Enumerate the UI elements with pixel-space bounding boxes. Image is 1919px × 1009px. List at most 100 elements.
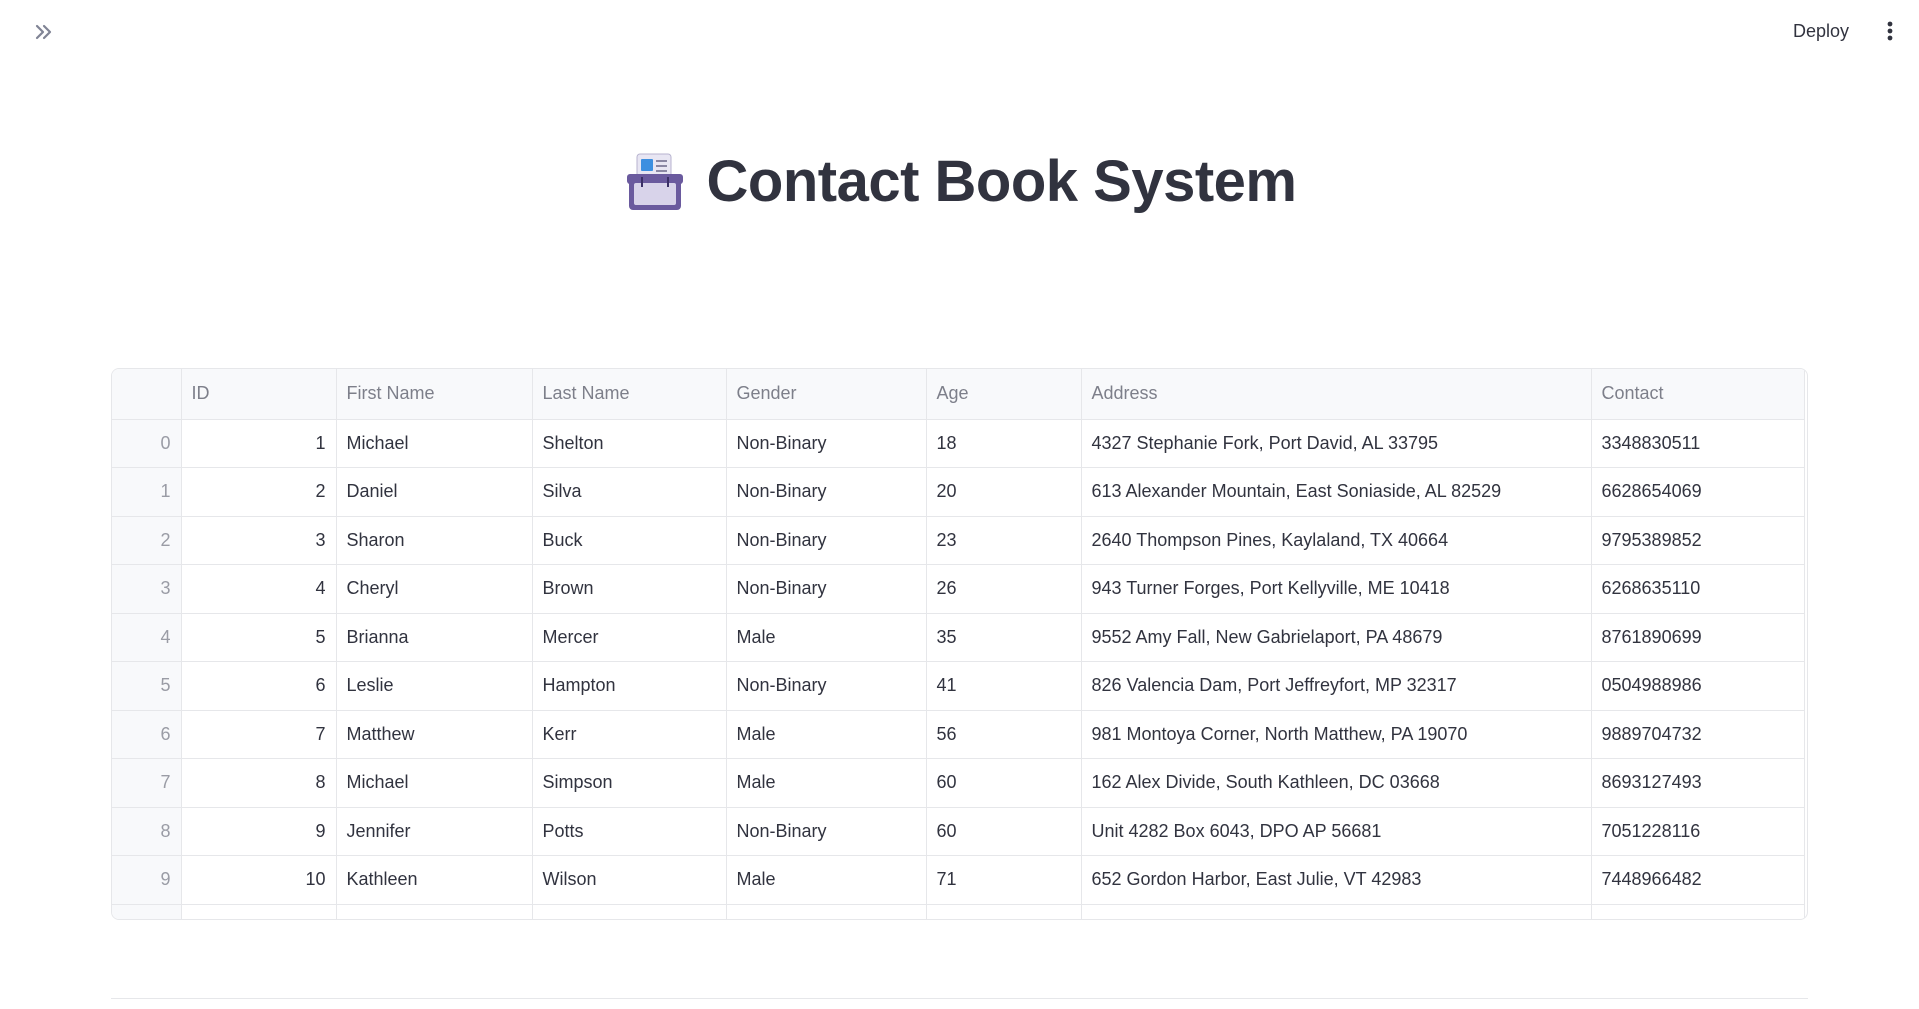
first-name-cell[interactable]: Kathleen bbox=[336, 855, 533, 905]
age-cell[interactable]: 56 bbox=[926, 710, 1082, 759]
last-name-cell[interactable]: Potts bbox=[532, 807, 727, 856]
table-row[interactable]: 1 2 Daniel Silva Non-Binary 20 613 Alexander M… bbox=[112, 467, 1805, 517]
contact-cell[interactable]: 9795389852 bbox=[1591, 516, 1805, 565]
gender-cell[interactable]: Male bbox=[726, 855, 927, 905]
id-cell[interactable]: 4 bbox=[181, 564, 337, 614]
row-index[interactable]: 2 bbox=[112, 516, 182, 565]
last-name-cell[interactable]: Simpson bbox=[532, 758, 727, 808]
gender-cell[interactable]: Non-Binary bbox=[726, 564, 927, 614]
contact-cell[interactable]: 3348830511 bbox=[1591, 419, 1805, 468]
gender-cell[interactable]: Non-Binary bbox=[726, 516, 927, 565]
row-index[interactable]: 5 bbox=[112, 661, 182, 711]
last-name-cell[interactable]: Hampton bbox=[532, 661, 727, 711]
contact-cell[interactable]: 8761890699 bbox=[1591, 613, 1805, 662]
first-name-cell[interactable]: Cheryl bbox=[336, 564, 533, 614]
expand-sidebar-button[interactable] bbox=[30, 18, 58, 46]
age-cell[interactable]: 26 bbox=[926, 564, 1082, 614]
last-name-cell[interactable]: Mercer bbox=[532, 613, 727, 662]
contact-cell[interactable]: 7448966482 bbox=[1591, 855, 1805, 905]
deploy-button[interactable]: Deploy bbox=[1781, 14, 1861, 48]
row-index[interactable]: 0 bbox=[112, 419, 182, 468]
table-row[interactable]: 3 4 Cheryl Brown Non-Binary 26 943 Turner Forg… bbox=[112, 564, 1805, 614]
first-name-cell[interactable]: Matthew bbox=[336, 710, 533, 759]
table-row[interactable]: 7 8 Michael Simpson Male 60 162 Alex Divide, S… bbox=[112, 758, 1805, 808]
first-name-cell[interactable]: Leslie bbox=[336, 661, 533, 711]
first-name-cell[interactable]: Michael bbox=[336, 419, 533, 468]
column-header-address[interactable]: Address bbox=[1081, 369, 1592, 420]
column-header-id[interactable]: ID bbox=[181, 369, 337, 420]
address-cell[interactable]: 613 Alexander Mountain, East Soniaside, … bbox=[1081, 467, 1592, 517]
column-header-index[interactable] bbox=[112, 369, 182, 420]
row-index[interactable]: 7 bbox=[112, 758, 182, 808]
column-header-contact[interactable]: Contact bbox=[1591, 369, 1805, 420]
address-cell[interactable]: 826 Valencia Dam, Port Jeffreyfort, MP 3… bbox=[1081, 661, 1592, 711]
address-cell[interactable]: 943 Turner Forges, Port Kellyville, ME 1… bbox=[1081, 564, 1592, 614]
contact-cell[interactable]: 6628654069 bbox=[1591, 467, 1805, 517]
column-header-gender[interactable]: Gender bbox=[726, 369, 927, 420]
gender-cell[interactable]: Male bbox=[726, 613, 927, 662]
last-name-cell[interactable]: Wilson bbox=[532, 855, 727, 905]
age-cell[interactable]: 35 bbox=[926, 613, 1082, 662]
contact-cell[interactable]: 0504988986 bbox=[1591, 661, 1805, 711]
age-cell[interactable]: 41 bbox=[926, 661, 1082, 711]
row-index[interactable]: 3 bbox=[112, 564, 182, 614]
address-cell[interactable]: 981 Montoya Corner, North Matthew, PA 19… bbox=[1081, 710, 1592, 759]
age-cell[interactable]: 20 bbox=[926, 467, 1082, 517]
last-name-cell[interactable]: Kerr bbox=[532, 710, 727, 759]
address-cell[interactable]: Unit 4282 Box 6043, DPO AP 56681 bbox=[1081, 807, 1592, 856]
last-name-cell[interactable]: Brown bbox=[532, 564, 727, 614]
first-name-cell[interactable]: Daniel bbox=[336, 467, 533, 517]
contact-cell[interactable]: 7051228116 bbox=[1591, 807, 1805, 856]
address-cell[interactable]: 652 Gordon Harbor, East Julie, VT 42983 bbox=[1081, 855, 1592, 905]
id-cell[interactable]: 10 bbox=[181, 855, 337, 905]
table-row[interactable]: 8 9 Jennifer Potts Non-Binary 60 Unit 4282 Box… bbox=[112, 807, 1805, 856]
table-row[interactable]: 9 10 Kathleen Wilson Male 71 652 Gordon Harbor… bbox=[112, 855, 1805, 905]
row-index[interactable]: 1 bbox=[112, 467, 182, 517]
address-cell[interactable]: 162 Alex Divide, South Kathleen, DC 0366… bbox=[1081, 758, 1592, 808]
gender-cell[interactable]: Non-Binary bbox=[726, 467, 927, 517]
id-cell[interactable]: 1 bbox=[181, 419, 337, 468]
id-cell[interactable]: 3 bbox=[181, 516, 337, 565]
table-row[interactable]: 4 5 Brianna Mercer Male 35 9552 Amy Fall, New … bbox=[112, 613, 1805, 662]
last-name-cell[interactable]: Shelton bbox=[532, 419, 727, 468]
first-name-cell[interactable]: Jennifer bbox=[336, 807, 533, 856]
table-row[interactable]: 5 6 Leslie Hampton Non-Binary 41 826 Valencia … bbox=[112, 661, 1805, 711]
first-name-cell[interactable]: Michael bbox=[336, 758, 533, 808]
gender-cell[interactable]: Non-Binary bbox=[726, 419, 927, 468]
address-cell[interactable]: 2640 Thompson Pines, Kaylaland, TX 40664 bbox=[1081, 516, 1592, 565]
address-cell[interactable]: 4327 Stephanie Fork, Port David, AL 3379… bbox=[1081, 419, 1592, 468]
age-cell[interactable]: 60 bbox=[926, 807, 1082, 856]
table-row[interactable]: 2 3 Sharon Buck Non-Binary 23 2640 Thompson Pi… bbox=[112, 516, 1805, 565]
gender-cell[interactable]: Non-Binary bbox=[726, 661, 927, 711]
age-cell[interactable]: 23 bbox=[926, 516, 1082, 565]
last-name-cell[interactable]: Buck bbox=[532, 516, 727, 565]
id-cell[interactable]: 5 bbox=[181, 613, 337, 662]
first-name-cell[interactable]: Brianna bbox=[336, 613, 533, 662]
gender-cell[interactable]: Non-Binary bbox=[726, 807, 927, 856]
row-index[interactable]: 4 bbox=[112, 613, 182, 662]
gender-cell[interactable]: Male bbox=[726, 710, 927, 759]
row-index[interactable]: 8 bbox=[112, 807, 182, 856]
row-index[interactable]: 9 bbox=[112, 855, 182, 905]
id-cell[interactable]: 6 bbox=[181, 661, 337, 711]
contact-cell[interactable]: 8693127493 bbox=[1591, 758, 1805, 808]
contact-cell[interactable]: 9889704732 bbox=[1591, 710, 1805, 759]
contacts-dataframe[interactable]: ID First Name Last Name Gender Age Addre… bbox=[111, 368, 1808, 920]
main-menu-button[interactable] bbox=[1876, 14, 1904, 48]
id-cell[interactable]: 8 bbox=[181, 758, 337, 808]
column-header-last-name[interactable]: Last Name bbox=[532, 369, 727, 420]
contact-cell[interactable]: 6268635110 bbox=[1591, 564, 1805, 614]
id-cell[interactable]: 9 bbox=[181, 807, 337, 856]
gender-cell[interactable]: Male bbox=[726, 758, 927, 808]
row-index[interactable]: 6 bbox=[112, 710, 182, 759]
table-row[interactable]: 6 7 Matthew Kerr Male 56 981 Montoya Corner, N… bbox=[112, 710, 1805, 759]
id-cell[interactable]: 7 bbox=[181, 710, 337, 759]
age-cell[interactable]: 71 bbox=[926, 855, 1082, 905]
table-row[interactable]: 0 1 Michael Shelton Non-Binary 18 4327 Stephan… bbox=[112, 419, 1805, 468]
address-cell[interactable]: 9552 Amy Fall, New Gabrielaport, PA 4867… bbox=[1081, 613, 1592, 662]
column-header-age[interactable]: Age bbox=[926, 369, 1082, 420]
age-cell[interactable]: 18 bbox=[926, 419, 1082, 468]
id-cell[interactable]: 2 bbox=[181, 467, 337, 517]
last-name-cell[interactable]: Silva bbox=[532, 467, 727, 517]
first-name-cell[interactable]: Sharon bbox=[336, 516, 533, 565]
